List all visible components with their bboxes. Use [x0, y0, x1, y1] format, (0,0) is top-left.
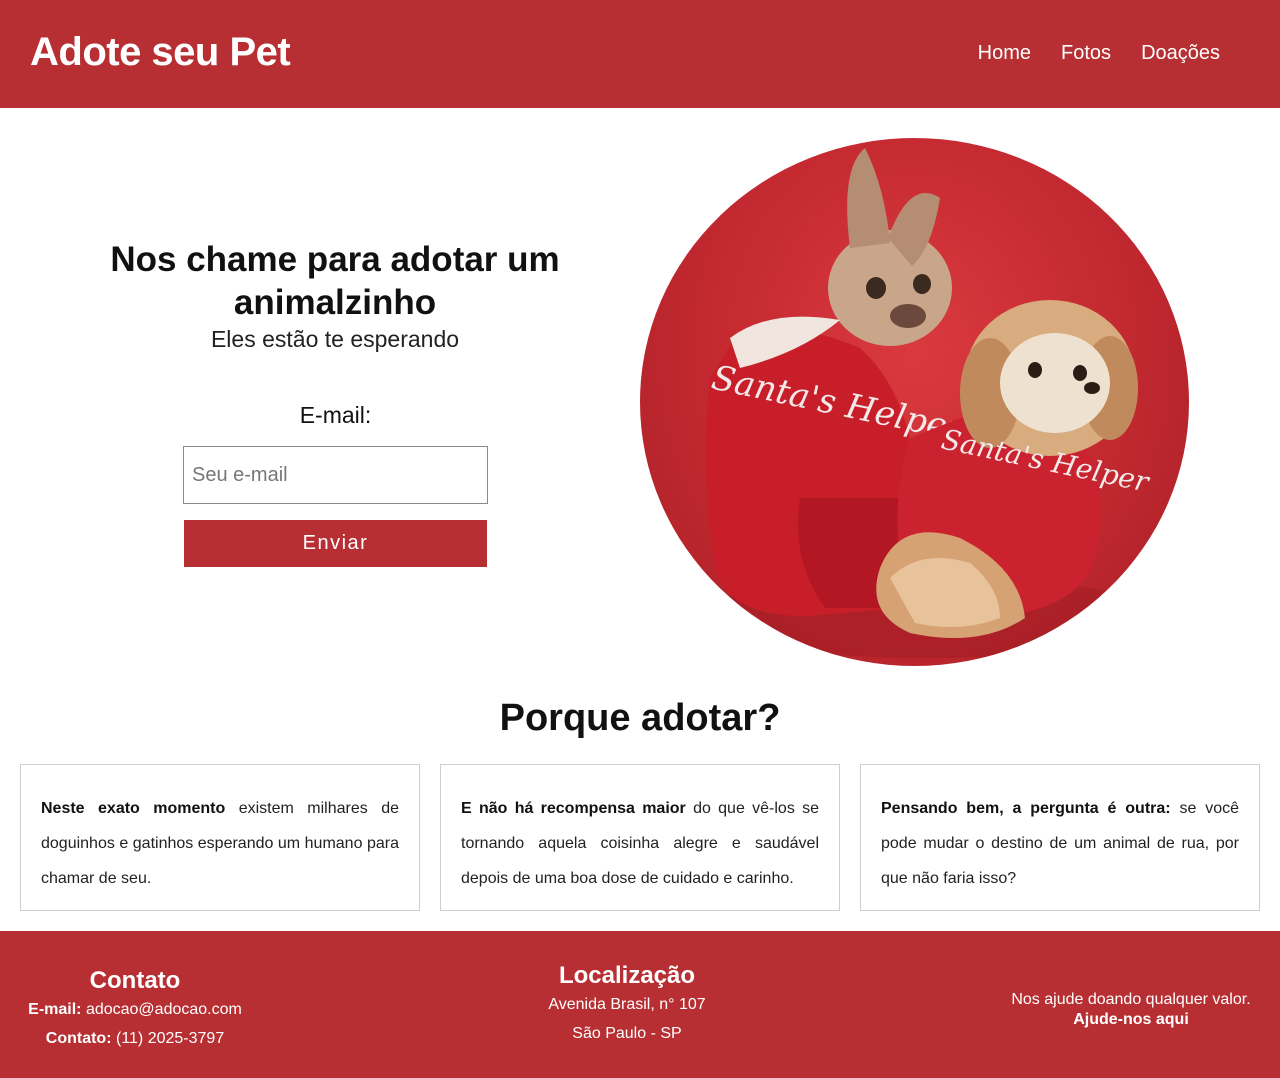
footer-phone-label: Contato: [45, 1030, 112, 1047]
nav-home-link[interactable]: Home [978, 42, 1031, 65]
footer-phone: Contato: (11) 2025-3797 [20, 1024, 250, 1053]
reason-card: E não há recompensa maior do que vê-los … [440, 764, 840, 911]
hero-text: Nos chame para adotar um animalzinho Ele… [80, 238, 590, 354]
footer-donate: Nos ajude doando qualquer valor. Ajude-n… [1000, 990, 1262, 1030]
footer-address: Avenida Brasil, n° 107 [548, 996, 706, 1013]
reasons-list: Neste exato momento existem milhares de … [20, 764, 1260, 911]
reason-card-lead: E não há recompensa maior [461, 800, 686, 817]
reason-card: Neste exato momento existem milhares de … [20, 764, 420, 911]
footer-donate-text: Nos ajude doando qualquer valor. [1011, 991, 1251, 1008]
footer-contact-title: Contato [89, 967, 181, 994]
dogs-illustration: Santa's Helper Santa's Helper [690, 148, 1170, 658]
email-input[interactable] [183, 446, 488, 504]
site-footer: Contato E-mail: adocao@adocao.com Contat… [0, 931, 1280, 1078]
hero-title: Nos chame para adotar um animalzinho [110, 240, 560, 322]
email-label: E-mail: [299, 402, 372, 428]
footer-city: São Paulo - SP [572, 1025, 682, 1042]
site-header: Adote seu Pet Home Fotos Doações [0, 0, 1280, 108]
nav-photos-link[interactable]: Fotos [1061, 42, 1111, 65]
reason-card-lead: Pensando bem, a pergunta é outra: [881, 800, 1171, 817]
donate-link[interactable]: Ajude-nos aqui [1073, 1011, 1189, 1028]
nav-donations-link[interactable]: Doações [1141, 42, 1220, 65]
main-nav: Home Fotos Doações [978, 42, 1220, 65]
footer-email-value[interactable]: adocao@adocao.com [86, 1001, 242, 1018]
footer-location-title: Localização [558, 962, 696, 989]
send-button[interactable]: Enviar [184, 520, 487, 567]
dogs-photo: Santa's Helper Santa's Helper [640, 138, 1189, 666]
footer-contact: Contato E-mail: adocao@adocao.com Contat… [20, 967, 250, 1053]
hero-subtitle: Eles estão te esperando [210, 326, 460, 352]
site-logo[interactable]: Adote seu Pet [30, 30, 291, 75]
footer-phone-value: (11) 2025-3797 [115, 1030, 225, 1047]
footer-location: Localização Avenida Brasil, n° 107 São P… [527, 962, 727, 1048]
reason-card: Pensando bem, a pergunta é outra: se voc… [860, 764, 1260, 911]
footer-email: E-mail: adocao@adocao.com [20, 995, 250, 1024]
why-adopt-title: Porque adotar? [499, 697, 781, 739]
footer-email-label: E-mail: [28, 1001, 82, 1018]
reason-card-lead: Neste exato momento [41, 800, 226, 817]
